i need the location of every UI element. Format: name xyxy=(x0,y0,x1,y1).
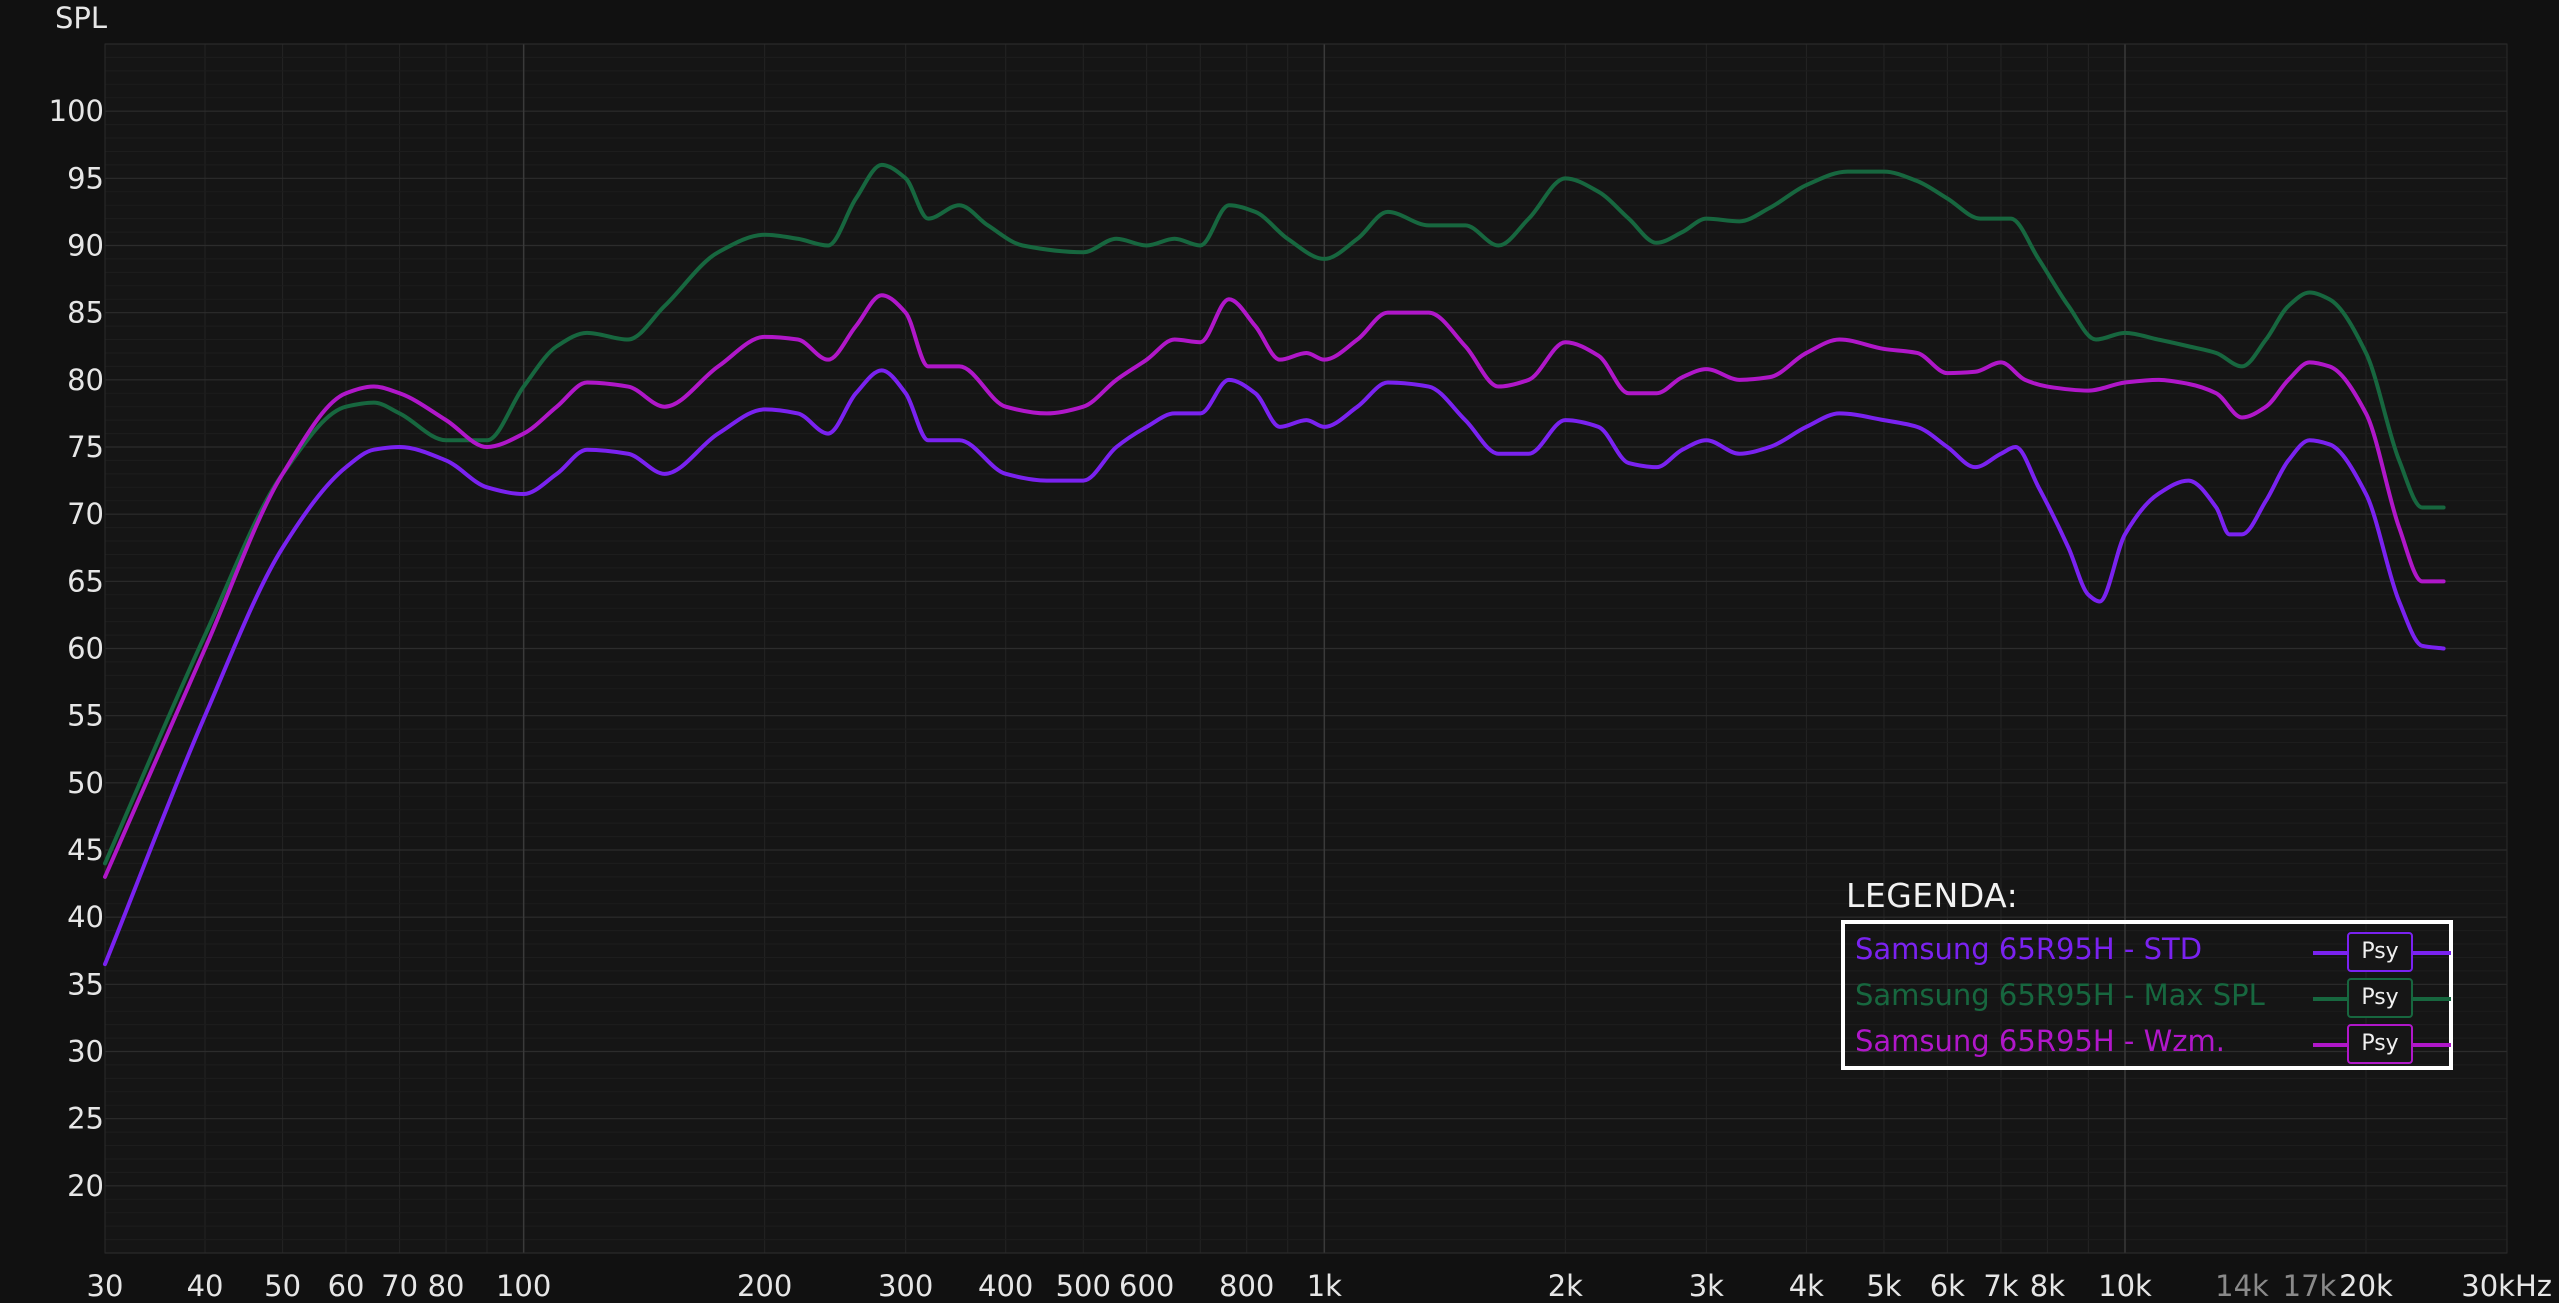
y-tick-label: 55 xyxy=(67,699,104,733)
psy-toggle-button[interactable]: Psy xyxy=(2347,932,2413,972)
x-tick-label: 10k xyxy=(2098,1269,2152,1303)
x-tick-label: 600 xyxy=(1119,1269,1174,1303)
legend-item-label: Samsung 65R95H - Wzm. xyxy=(1855,1024,2225,1058)
psy-toggle-button[interactable]: Psy xyxy=(2347,1024,2413,1064)
x-tick-label: 6k xyxy=(1930,1269,1965,1303)
x-tick-label: 30 xyxy=(87,1269,124,1303)
y-tick-label: 85 xyxy=(67,296,104,330)
legend-item-max-spl[interactable]: Samsung 65R95H - Max SPL Psy xyxy=(1855,976,2451,1020)
x-tick-label: 3k xyxy=(1689,1269,1724,1303)
legend-title: LEGENDA: xyxy=(1846,876,2019,915)
y-axis-ticks: 20 25 30 35 40 45 50 55 60 65 70 75 80 85 90 95 100 xyxy=(49,94,104,1203)
x-tick-label: 30kHz xyxy=(2461,1269,2552,1303)
y-tick-label: 30 xyxy=(67,1035,104,1069)
x-tick-label: 80 xyxy=(428,1269,465,1303)
x-tick-label: 40 xyxy=(187,1269,224,1303)
y-tick-label: 40 xyxy=(67,900,104,934)
y-tick-label: 50 xyxy=(67,766,104,800)
x-tick-label: 17k xyxy=(2283,1269,2337,1303)
y-tick-label: 95 xyxy=(67,161,104,195)
x-axis-ticks: 30 40 50 60 70 80 100 200 300 400 500 600 800 1k 2k 3k 4… xyxy=(87,1269,2552,1303)
x-tick-label: 60 xyxy=(328,1269,365,1303)
x-tick-label: 300 xyxy=(878,1269,933,1303)
y-tick-label: 100 xyxy=(49,94,104,128)
x-tick-label: 7k xyxy=(1983,1269,2018,1303)
y-tick-label: 80 xyxy=(67,363,104,397)
x-tick-label: 100 xyxy=(496,1269,551,1303)
x-tick-label: 200 xyxy=(737,1269,792,1303)
legend-item-label: Samsung 65R95H - STD xyxy=(1855,932,2203,966)
legend-item-label: Samsung 65R95H - Max SPL xyxy=(1855,978,2265,1012)
x-tick-label: 8k xyxy=(2030,1269,2065,1303)
y-tick-label: 60 xyxy=(67,632,104,666)
y-tick-label: 45 xyxy=(67,833,104,867)
x-tick-label: 20k xyxy=(2339,1269,2393,1303)
y-axis-label: SPL xyxy=(55,1,107,35)
y-tick-label: 35 xyxy=(67,967,104,1001)
y-tick-label: 70 xyxy=(67,497,104,531)
x-tick-label: 4k xyxy=(1789,1269,1824,1303)
x-tick-label: 800 xyxy=(1219,1269,1274,1303)
y-tick-label: 25 xyxy=(67,1102,104,1136)
x-tick-label: 70 xyxy=(381,1269,418,1303)
frequency-response-chart: 30 40 50 60 70 80 100 200 300 400 500 600 800 1k 2k 3k 4… xyxy=(49,1,2552,1303)
psy-toggle-button[interactable]: Psy xyxy=(2347,978,2413,1018)
x-tick-label: 14k xyxy=(2215,1269,2269,1303)
y-tick-label: 65 xyxy=(67,564,104,598)
x-tick-label: 1k xyxy=(1307,1269,1342,1303)
y-tick-label: 20 xyxy=(67,1169,104,1203)
x-tick-label: 2k xyxy=(1548,1269,1583,1303)
x-tick-label: 5k xyxy=(1866,1269,1901,1303)
y-tick-label: 75 xyxy=(67,430,104,464)
legend-item-std[interactable]: Samsung 65R95H - STD Psy xyxy=(1855,930,2451,974)
x-tick-label: 500 xyxy=(1056,1269,1111,1303)
legend-item-wzm[interactable]: Samsung 65R95H - Wzm. Psy xyxy=(1855,1022,2451,1066)
x-tick-label: 50 xyxy=(264,1269,301,1303)
y-tick-label: 90 xyxy=(67,229,104,263)
legend-box: Samsung 65R95H - STD Psy Samsung 65R95H … xyxy=(1841,920,2453,1070)
x-tick-label: 400 xyxy=(978,1269,1033,1303)
